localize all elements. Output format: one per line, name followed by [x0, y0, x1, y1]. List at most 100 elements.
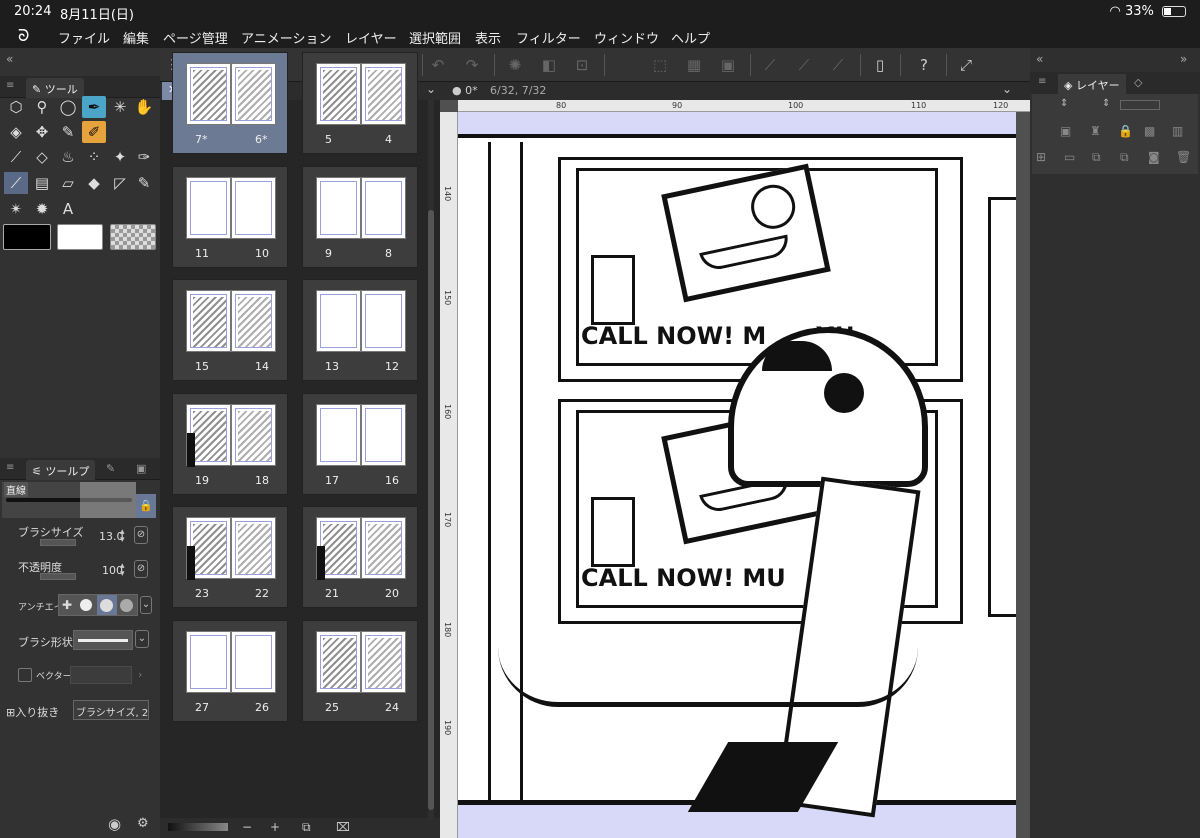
fill-icon[interactable]: ◧ [537, 53, 561, 77]
drawing-canvas[interactable]: CALL NOW! M Y!! CALL NOW! MU T!! [458, 112, 1016, 838]
pen-ruler-icon[interactable]: ⟋ [758, 53, 782, 77]
brush-size-stepper[interactable]: ▴ ▾ [120, 528, 125, 545]
antialias-selector[interactable]: ✚ [58, 594, 138, 616]
opacity-settings-icon[interactable]: ⊘ [134, 560, 148, 578]
canvas-tab[interactable]: ● 0* [452, 84, 478, 97]
menu-view[interactable]: 表示 [475, 28, 501, 47]
collapse-left-icon[interactable]: « [6, 52, 13, 66]
hand-icon[interactable]: ✋ [132, 96, 156, 118]
vector-chevron-icon[interactable]: › [138, 668, 142, 681]
brush-shape-preview[interactable] [73, 630, 133, 650]
cube-icon[interactable]: ⬡ [4, 96, 28, 118]
opacity-slider[interactable] [40, 573, 76, 580]
page-thumbnail[interactable]: 13 12 [302, 279, 418, 381]
opacity-stepper-layer[interactable]: ⇕ [1102, 98, 1110, 109]
antialias-chevron-icon[interactable]: ⌄ [140, 596, 152, 614]
menu-window[interactable]: ウィンドウ [594, 28, 659, 47]
brush-shape-chevron-icon[interactable]: ⌄ [135, 630, 149, 648]
page-thumbnail[interactable]: 15 14 [172, 279, 288, 381]
page-thumbnail[interactable]: 54 [302, 52, 418, 154]
page-thumbnail[interactable]: 98 [302, 165, 418, 268]
menu-filter[interactable]: フィルター [516, 28, 581, 47]
tab-layer[interactable]: ◈ レイヤー [1058, 74, 1126, 94]
lasso-icon[interactable]: ◯ [56, 96, 80, 118]
tab-tool-property[interactable]: ⚟ ツールプ [26, 460, 96, 480]
marker-icon[interactable]: ✐ [82, 121, 106, 143]
blend-icon[interactable]: ♨ [56, 146, 80, 168]
pen-tool-icon[interactable]: ✒ [82, 96, 106, 118]
brush-tab-icon[interactable]: ✎ [106, 462, 115, 475]
menu-edit[interactable]: 編集 [123, 28, 149, 47]
app-logo-icon[interactable]: ᘐ [18, 26, 29, 46]
menu-file[interactable]: ファイル [58, 28, 110, 47]
menu-selection[interactable]: 選択範囲 [409, 28, 461, 47]
page-tab-chevron-icon[interactable]: ⌄ [426, 82, 436, 96]
layer-opacity-slider[interactable] [1120, 100, 1160, 110]
page-thumbnail[interactable]: 21 20 [302, 506, 418, 608]
text-icon[interactable]: A [56, 198, 80, 220]
nib-icon[interactable]: ✑ [132, 146, 156, 168]
new-raster-layer-icon[interactable]: ⊞ [1036, 150, 1046, 164]
vector-checkbox[interactable] [18, 668, 32, 682]
vector-options[interactable] [70, 666, 132, 684]
dial-icon[interactable]: ◉ [108, 815, 121, 833]
eraser-icon[interactable]: ◇ [30, 146, 54, 168]
collapse-right-left-icon[interactable]: « [1036, 52, 1043, 66]
thumbnail-size-slider[interactable] [168, 823, 228, 831]
pen-icon[interactable]: ✎ [56, 121, 80, 143]
brush-icon[interactable]: ⟋ [4, 146, 28, 168]
page-thumbnail[interactable]: 17 16 [302, 392, 418, 495]
page-thumbnail[interactable]: 23 22 [172, 506, 288, 608]
taper-toggle-icon[interactable]: ⊞ [6, 706, 15, 719]
eraser-2-icon[interactable]: ◆ [82, 172, 106, 194]
gradient-icon[interactable]: ▤ [30, 172, 54, 194]
wrench-icon[interactable]: ⚙ [137, 816, 149, 831]
reference-icon[interactable]: ♜ [1090, 124, 1101, 138]
help-icon[interactable]: ? [912, 53, 936, 77]
opacity-stepper[interactable]: ▴ ▾ [120, 562, 125, 579]
layer-color-icon[interactable]: ▥ [1172, 124, 1183, 138]
menu-help[interactable]: ヘルプ [671, 28, 710, 47]
new-folder-icon[interactable]: ▭ [1064, 150, 1075, 164]
lock-icon[interactable]: 🔒 [136, 494, 156, 518]
star-icon[interactable]: ✴ [4, 198, 28, 220]
border-icon[interactable]: ▣ [716, 53, 740, 77]
frame-icon[interactable]: ▱ [56, 172, 80, 194]
menu-layer[interactable]: レイヤー [345, 28, 397, 47]
transform-icon[interactable]: ⊡ [570, 53, 594, 77]
eyedropper-icon[interactable]: ⚲ [30, 96, 54, 118]
deselect-icon[interactable]: ⬚ [648, 53, 672, 77]
brush-size-slider[interactable] [40, 539, 76, 546]
resize-icon[interactable]: ⤢ [954, 53, 978, 77]
page-thumbnail[interactable]: 19 18 [172, 392, 288, 495]
canvas-tab-chevron-icon[interactable]: ⌄ [1002, 82, 1012, 96]
page-thumbnail[interactable]: 25 24 [302, 619, 418, 722]
lock-alpha-icon[interactable]: ▩ [1144, 124, 1155, 138]
trash-icon[interactable]: 🗑 [1176, 150, 1191, 164]
menu-animation[interactable]: アニメーション [241, 28, 331, 47]
line-ruler-icon[interactable]: ⟋ [826, 53, 850, 77]
layer-property-tab-icon[interactable]: ◇ [1134, 76, 1142, 89]
copy-layer-icon[interactable]: ⧉ [1120, 150, 1129, 165]
main-color-swatch[interactable] [3, 224, 51, 250]
sparkle-icon[interactable]: ✦ [108, 146, 132, 168]
page-settings-icon[interactable]: ⌧ [336, 820, 350, 834]
sub-color-swatch[interactable] [57, 224, 103, 250]
brush-size-settings-icon[interactable]: ⊘ [134, 526, 148, 544]
brush-ruler-icon[interactable]: ⟋ [792, 53, 816, 77]
pen-2-icon[interactable]: ✎ [132, 172, 156, 194]
menu-page[interactable]: ページ管理 [163, 28, 228, 47]
page-thumbnail[interactable]: 11 10 [172, 165, 288, 268]
taper-select[interactable]: ブラシサイズ, 2 [73, 700, 149, 720]
page-panel-scrollbar[interactable] [428, 100, 434, 820]
fit-page-icon[interactable]: ⧉ [302, 820, 311, 835]
lock-layer-icon[interactable]: 🔒 [1118, 124, 1133, 138]
move-icon[interactable]: ✥ [30, 121, 54, 143]
magic-wand-icon[interactable]: ✳ [108, 96, 132, 118]
mask-icon[interactable]: ◙ [1148, 150, 1160, 164]
collapse-right-icon[interactable]: » [1180, 52, 1187, 66]
loading-icon[interactable]: ✺ [503, 53, 527, 77]
clip-icon[interactable]: ▣ [1060, 124, 1071, 138]
merge-down-icon[interactable]: ⧉ [1092, 150, 1101, 165]
line-tool-icon[interactable]: ⟋ [4, 172, 28, 194]
